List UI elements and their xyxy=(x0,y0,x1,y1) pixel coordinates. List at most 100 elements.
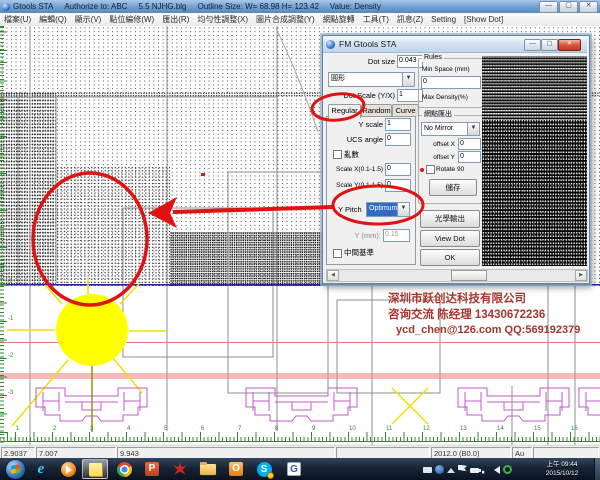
y-scale-label: Y scale xyxy=(341,120,383,129)
input-method-icon[interactable] xyxy=(435,465,444,474)
taskbar-icon-chrome[interactable] xyxy=(111,459,137,479)
chevron-down-icon[interactable]: ▼ xyxy=(397,203,409,216)
taskbar-clock[interactable]: 上午 09:44 2015/10/12 xyxy=(531,460,593,478)
taskbar-icon-sticky-notes[interactable] xyxy=(82,459,108,479)
save-button[interactable]: 儲存 xyxy=(429,179,477,196)
mirror-select[interactable]: No Mirror ▼ xyxy=(421,122,480,136)
window-title: Gtools STAAuthorize to: ABC5.5 NJHG.blgO… xyxy=(13,2,392,11)
tab-regular[interactable]: Regular xyxy=(328,104,361,118)
random-checkbox-label: 亂數 xyxy=(344,150,359,159)
ruler-number: -2 xyxy=(8,353,13,359)
chevron-down-icon[interactable]: ▼ xyxy=(467,123,479,135)
y-mm-label: Y (mm): xyxy=(351,231,381,240)
ruler-number: 13 xyxy=(460,426,467,432)
y-scale-input[interactable]: 1 xyxy=(385,118,411,131)
ruler-number: 7 xyxy=(238,426,241,432)
dot-shape-select[interactable]: 圓形 ▼ xyxy=(328,72,415,87)
sync-icon[interactable] xyxy=(503,465,512,474)
menu-item[interactable]: 網點旋轉 xyxy=(319,14,359,25)
dot-size-label: Dot size xyxy=(351,57,395,66)
app-icon xyxy=(2,3,10,11)
menu-item[interactable]: 匯出(R) xyxy=(158,14,193,25)
show-desktop-button[interactable] xyxy=(594,458,600,480)
ruler-number: 6 xyxy=(201,426,204,432)
mirror-group-title: 網點匯出 xyxy=(422,111,454,119)
part-outline xyxy=(458,388,569,421)
menu-item[interactable]: 點位編修(W) xyxy=(105,14,158,25)
dialog-close-icon[interactable]: ✕ xyxy=(558,39,581,51)
battery-icon[interactable] xyxy=(470,468,479,473)
chevron-down-icon[interactable]: ▼ xyxy=(402,73,414,86)
menu-item[interactable]: 均勻性調整(X) xyxy=(193,14,252,25)
window-title-bar: Gtools STAAuthorize to: ABC5.5 NJHG.blgO… xyxy=(0,0,600,14)
menu-item[interactable]: 圖片合成調整(Y) xyxy=(252,14,319,25)
taskbar-icon-gtools[interactable]: G xyxy=(281,459,307,479)
system-tray xyxy=(423,458,512,480)
ucs-angle-input[interactable]: 0 xyxy=(385,133,411,146)
center-reference-checkbox[interactable] xyxy=(333,249,342,258)
scale-x-label: Scale X(0.1-1.5) xyxy=(329,165,383,174)
menu-item[interactable]: 檔案(U) xyxy=(0,14,35,25)
status-bar: 2.90377.0079.9432012.0 (B0.0)Au xyxy=(0,445,600,459)
menu-item[interactable]: 編輯(Q) xyxy=(35,14,71,25)
view-dot-button[interactable]: View Dot xyxy=(420,230,480,247)
scale-x-input[interactable]: 0 xyxy=(385,163,411,176)
menu-item[interactable]: Setting xyxy=(427,15,460,24)
keyboard-icon[interactable] xyxy=(423,467,432,473)
menu-item[interactable]: 工具(T) xyxy=(359,14,393,25)
max-density-label: Max Density(%) xyxy=(422,93,468,102)
offset-y-input[interactable]: 0 xyxy=(458,151,481,163)
start-button[interactable] xyxy=(2,459,28,479)
scroll-left-icon[interactable]: ◀ xyxy=(327,270,339,281)
maximize-icon[interactable]: ▢ xyxy=(559,1,578,13)
random-checkbox[interactable] xyxy=(333,150,342,159)
min-space-label: Min Space (mm) xyxy=(422,65,470,74)
ruler-number: 2 xyxy=(53,426,56,432)
taskbar-icon-internet-explorer[interactable] xyxy=(28,459,54,479)
window-title-segment: Outline Size: W= 68.98 H= 123.42 xyxy=(198,2,319,11)
outlook-icon: O xyxy=(229,462,243,476)
minimize-icon[interactable]: — xyxy=(539,1,558,13)
menu-item[interactable]: 訊息(Z) xyxy=(393,14,427,25)
dialog-minimize-icon[interactable]: — xyxy=(524,39,541,51)
offset-x-input[interactable]: 0 xyxy=(458,138,481,150)
ok-button[interactable]: OK xyxy=(420,249,480,266)
taskbar-icon-media-player[interactable] xyxy=(55,459,81,479)
taskbar-icon-file-explorer[interactable] xyxy=(195,459,221,479)
action-center-icon[interactable] xyxy=(458,465,467,474)
chrome-icon xyxy=(117,462,132,477)
center-reference-label: 中間基準 xyxy=(344,248,374,257)
watermark-company: 深圳市跃创达科技有限公司 xyxy=(388,292,598,308)
bottom-ruler-baseline xyxy=(0,441,600,442)
dialog-horizontal-scrollbar[interactable]: ◀ ▶ xyxy=(326,269,588,282)
min-space-input[interactable]: 0 xyxy=(421,76,481,89)
menu-bar: 檔案(U)編輯(Q)顯示(V)點位編修(W)匯出(R)均勻性調整(X)圖片合成調… xyxy=(0,13,600,27)
scale-y-input[interactable]: 0 xyxy=(385,179,411,192)
taskbar-icon-paint-app[interactable] xyxy=(167,459,193,479)
ruler-number: 11 xyxy=(386,426,392,432)
taskbar-icon-powerpoint[interactable]: P xyxy=(139,459,165,479)
scroll-right-icon[interactable]: ▶ xyxy=(575,270,587,281)
dialog-maximize-icon[interactable]: ▢ xyxy=(541,39,558,51)
ruler-number: 0 xyxy=(8,279,11,285)
tray-expand-icon[interactable] xyxy=(447,468,455,473)
network-icon[interactable] xyxy=(482,465,491,474)
ruler-number: -1 xyxy=(8,316,13,322)
dialog-icon xyxy=(326,40,335,49)
optical-output-button[interactable]: 光學輸出 xyxy=(420,210,480,228)
window-title-segment: Authorize to: ABC xyxy=(64,2,127,11)
scrollbar-thumb[interactable] xyxy=(451,270,487,281)
menu-item[interactable]: 顯示(V) xyxy=(71,14,106,25)
ruler-number: -3 xyxy=(8,390,13,396)
taskbar-icon-skype[interactable]: S xyxy=(251,459,277,479)
menu-item[interactable]: [Show Dot] xyxy=(460,15,507,24)
media-player-icon xyxy=(61,462,76,477)
volume-icon[interactable] xyxy=(494,466,500,474)
close-icon[interactable]: ✕ xyxy=(579,1,598,13)
ruler-number: 3 xyxy=(90,426,93,432)
dot-scale-label: Dot Scale (Y/X) xyxy=(333,91,395,100)
taskbar-icon-outlook[interactable]: O xyxy=(223,459,249,479)
rotate-90-checkbox[interactable] xyxy=(426,165,435,174)
y-pitch-select[interactable]: Optimum ▼ xyxy=(366,202,410,217)
taskbar: P O S G 上午 09:44 2015/10/12 xyxy=(0,458,600,480)
